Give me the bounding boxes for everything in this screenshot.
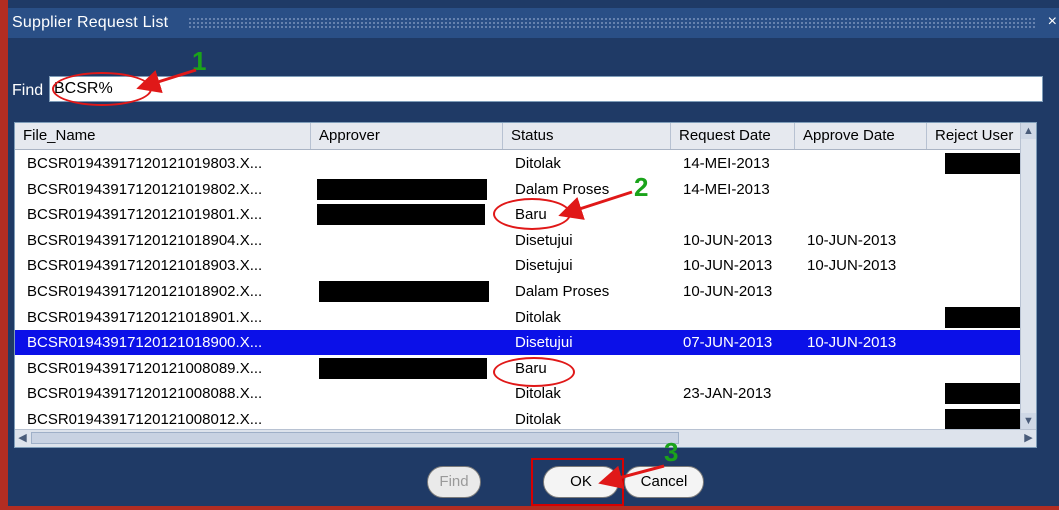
cell-approve-date[interactable] <box>795 202 927 227</box>
cell-approve-date[interactable] <box>795 381 927 406</box>
table-row[interactable]: BCSR01943917120121018903.X... Disetujui 10… <box>15 253 1023 278</box>
table-row[interactable]: BCSR01943917120121018900.X... Disetujui 07… <box>15 330 1023 356</box>
cell-file-name[interactable]: BCSR01943917120121018903.X... <box>15 253 311 278</box>
cell-request-date[interactable]: 14-MEI-2013 <box>671 177 795 202</box>
approver-redaction <box>317 204 485 226</box>
cell-approve-date[interactable]: 10-JUN-2013 <box>795 330 927 355</box>
column-header-file-name[interactable]: File_Name <box>15 123 311 149</box>
cell-status[interactable]: Disetujui <box>503 228 671 253</box>
cell-file-name[interactable]: BCSR01943917120121018901.X... <box>15 305 311 330</box>
column-header-approve-date[interactable]: Approve Date <box>795 123 927 149</box>
title-bar[interactable]: Supplier Request List × <box>8 8 1059 38</box>
find-input[interactable] <box>49 76 1043 102</box>
find-label: Find <box>12 82 44 99</box>
reject-user-redaction <box>945 409 1023 430</box>
column-header-request-date[interactable]: Request Date <box>671 123 795 149</box>
cell-request-date[interactable]: 14-MEI-2013 <box>671 151 795 176</box>
approver-redaction <box>317 178 487 200</box>
ok-highlight-box <box>531 458 624 506</box>
horizontal-scrollbar[interactable]: ◀ ▶ <box>15 429 1036 447</box>
column-header-reject-user[interactable]: Reject User <box>927 123 1023 149</box>
scroll-left-icon[interactable]: ◀ <box>15 430 30 446</box>
window-title: Supplier Request List <box>12 14 169 31</box>
annotation-number-2: 2 <box>634 172 649 202</box>
cell-approve-date[interactable] <box>795 151 927 176</box>
cell-request-date[interactable]: 10-JUN-2013 <box>671 253 795 278</box>
table-row[interactable]: BCSR01943917120121019803.X... Ditolak 14-M… <box>15 151 1023 176</box>
cell-file-name[interactable]: BCSR01943917120121008088.X... <box>15 381 311 406</box>
cell-status[interactable]: Disetujui <box>503 253 671 278</box>
cell-file-name[interactable]: BCSR01943917120121018902.X... <box>15 279 311 304</box>
cell-approve-date[interactable] <box>795 177 927 202</box>
annotation-ellipse-baru-2 <box>493 357 575 387</box>
cell-request-date[interactable] <box>671 305 795 330</box>
cell-approve-date[interactable] <box>795 279 927 304</box>
close-icon[interactable]: × <box>1048 13 1057 31</box>
reject-user-redaction <box>945 383 1023 405</box>
cell-file-name[interactable]: BCSR01943917120121019803.X... <box>15 151 311 176</box>
cell-status[interactable]: Dalam Proses <box>503 279 671 304</box>
approver-redaction <box>319 357 487 379</box>
cell-approve-date[interactable]: 10-JUN-2013 <box>795 253 927 278</box>
cell-approve-date[interactable] <box>795 305 927 330</box>
find-button[interactable]: Find <box>427 466 481 498</box>
horizontal-scroll-thumb[interactable] <box>31 432 679 444</box>
cell-request-date[interactable]: 10-JUN-2013 <box>671 279 795 304</box>
cell-file-name[interactable]: BCSR01943917120121008089.X... <box>15 356 311 381</box>
cell-request-date[interactable]: 10-JUN-2013 <box>671 228 795 253</box>
cancel-button[interactable]: Cancel <box>624 466 704 498</box>
annotation-ellipse-baru-1 <box>493 198 571 230</box>
scroll-right-icon[interactable]: ▶ <box>1021 430 1036 446</box>
reject-user-redaction <box>945 153 1023 174</box>
table-row[interactable]: BCSR01943917120121018901.X... Ditolak <box>15 305 1023 330</box>
cell-request-date[interactable] <box>671 356 795 381</box>
cell-file-name[interactable]: BCSR01943917120121018900.X... <box>15 330 311 355</box>
cell-request-date[interactable] <box>671 202 795 227</box>
cell-approve-date[interactable] <box>795 356 927 381</box>
approver-redaction <box>319 281 489 302</box>
grid-header: File_Name Approver Status Request Date A… <box>15 123 1036 150</box>
cell-file-name[interactable]: BCSR01943917120121019801.X... <box>15 202 311 227</box>
column-header-status[interactable]: Status <box>503 123 671 149</box>
cell-file-name[interactable]: BCSR01943917120121019802.X... <box>15 177 311 202</box>
reject-user-redaction <box>945 306 1023 328</box>
vertical-scrollbar[interactable]: ▲ ▼ <box>1020 123 1036 429</box>
cell-request-date[interactable]: 23-JAN-2013 <box>671 381 795 406</box>
results-grid: File_Name Approver Status Request Date A… <box>14 122 1037 448</box>
cell-request-date[interactable]: 07-JUN-2013 <box>671 330 795 355</box>
scroll-down-icon[interactable]: ▼ <box>1021 413 1036 429</box>
table-row[interactable]: BCSR01943917120121018902.X... Dalam Prose… <box>15 279 1023 304</box>
cell-approve-date[interactable]: 10-JUN-2013 <box>795 228 927 253</box>
annotation-number-3: 3 <box>664 437 679 467</box>
annotation-number-1: 1 <box>192 46 207 76</box>
scroll-up-icon[interactable]: ▲ <box>1021 123 1036 139</box>
title-bar-texture <box>188 17 1037 29</box>
table-row[interactable]: BCSR01943917120121018904.X... Disetujui 10… <box>15 228 1023 253</box>
column-header-approver[interactable]: Approver <box>311 123 503 149</box>
cell-status[interactable]: Disetujui <box>503 330 671 355</box>
cell-file-name[interactable]: BCSR01943917120121018904.X... <box>15 228 311 253</box>
cell-status[interactable]: Ditolak <box>503 305 671 330</box>
annotation-ellipse-find <box>52 72 152 106</box>
